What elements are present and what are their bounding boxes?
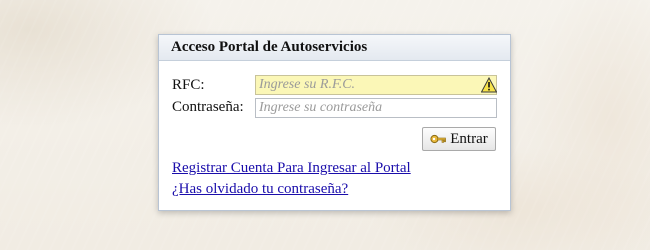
warning-icon	[481, 77, 497, 93]
password-label: Contraseña:	[172, 99, 244, 115]
enter-button-label: Entrar	[450, 130, 488, 147]
password-input[interactable]	[255, 98, 497, 118]
register-account-link[interactable]: Registrar Cuenta Para Ingresar al Portal	[172, 160, 411, 177]
login-panel: Acceso Portal de Autoservicios RFC: Cont…	[158, 34, 511, 211]
panel-title: Acceso Portal de Autoservicios	[159, 35, 510, 61]
key-icon	[430, 134, 447, 144]
forgot-password-link[interactable]: ¿Has olvidado tu contraseña?	[172, 181, 348, 198]
enter-button[interactable]: Entrar	[422, 127, 496, 151]
rfc-input[interactable]	[255, 75, 497, 95]
rfc-label: RFC:	[172, 77, 205, 93]
